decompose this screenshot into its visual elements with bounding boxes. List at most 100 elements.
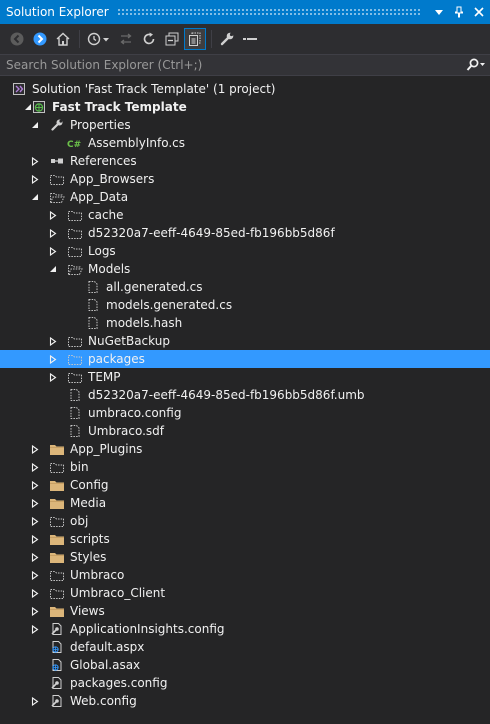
pin-icon[interactable] [450,3,468,21]
expand-arrow-icon[interactable] [30,458,40,476]
tree-item[interactable]: Umbraco.sdf [0,422,490,440]
expand-arrow-icon[interactable] [48,242,58,260]
tree-item-label: ApplicationInsights.config [70,622,225,636]
tree-item[interactable]: default.aspx [0,638,490,656]
tree-item[interactable]: Web.config [0,692,490,710]
tree-item[interactable]: models.hash [0,314,490,332]
tree-item[interactable]: cache [0,206,490,224]
expand-arrow-icon[interactable] [30,692,40,710]
tree-item[interactable]: Solution 'Fast Track Template' (1 projec… [0,80,490,98]
expand-arrow-icon[interactable] [30,440,40,458]
expand-arrow-icon[interactable] [48,332,58,350]
tree-item-label: App_Plugins [70,442,143,456]
tree-item-label: default.aspx [70,640,145,654]
tree-item-label: Views [70,604,105,618]
tree-item-label: Styles [70,550,107,564]
search-icon[interactable] [462,58,490,72]
expand-arrow-icon[interactable] [30,602,40,620]
tree-item[interactable]: NuGetBackup [0,332,490,350]
folder-dotted-open-icon [67,261,83,277]
expand-arrow-icon[interactable] [48,206,58,224]
tree-item[interactable]: Umbraco [0,566,490,584]
tree-item[interactable]: umbraco.config [0,404,490,422]
tree-item[interactable]: Models [0,260,490,278]
tree-item[interactable]: App_Data [0,188,490,206]
expand-arrow-icon[interactable] [30,548,40,566]
tree-item[interactable]: ApplicationInsights.config [0,620,490,638]
file-dotted-icon [85,297,101,313]
tree-item[interactable]: bin [0,458,490,476]
expand-arrow-icon[interactable] [48,368,58,386]
expand-arrow-icon[interactable] [30,494,40,512]
expand-arrow-icon[interactable] [30,620,40,638]
tree-item[interactable]: C# AssemblyInfo.cs [0,134,490,152]
tree-item-label: models.hash [106,316,183,330]
tree-item[interactable]: scripts [0,530,490,548]
back-icon[interactable] [6,28,28,50]
tree-item-label: Umbraco_Client [70,586,166,600]
expand-arrow-icon[interactable] [30,512,40,530]
tree-item[interactable]: obj [0,512,490,530]
folder-icon [49,603,65,619]
dropdown-arrow-icon[interactable] [430,3,448,21]
expand-arrow-icon[interactable] [30,566,40,584]
tree-item-label: packages.config [70,676,168,690]
refresh-icon[interactable] [138,28,160,50]
tree-item[interactable]: Logs [0,242,490,260]
file-dotted-icon [85,315,101,331]
tree-item[interactable]: TEMP [0,368,490,386]
folder-dotted-icon [67,207,83,223]
tree-item-label: Umbraco.sdf [88,424,165,438]
expand-arrow-icon[interactable] [48,224,58,242]
tree-item-label: cache [88,208,124,222]
tree-item-label: Media [70,496,107,510]
expand-arrow-icon[interactable] [48,350,58,368]
config-icon [49,693,65,709]
forward-icon[interactable] [29,28,51,50]
tree-item[interactable]: d52320a7-eeff-4649-85ed-fb196bb5d86f [0,224,490,242]
tree-item[interactable]: App_Plugins [0,440,490,458]
search-input[interactable] [0,57,462,73]
tree-item[interactable]: all.generated.cs [0,278,490,296]
tree-item-label: bin [70,460,89,474]
tree-item[interactable]: References [0,152,490,170]
file-dotted-icon [67,423,83,439]
tree-item[interactable]: packages.config [0,674,490,692]
close-icon[interactable] [470,3,488,21]
tree-item[interactable]: models.generated.cs [0,296,490,314]
tree-item[interactable]: Umbraco_Client [0,584,490,602]
tree-item[interactable]: Styles [0,548,490,566]
expand-arrow-icon[interactable] [30,584,40,602]
title-grip[interactable] [116,8,422,16]
home-icon[interactable] [52,28,74,50]
csharp-icon: C# [67,135,83,151]
collapse-arrow-icon[interactable] [30,188,40,206]
expand-arrow-icon[interactable] [30,170,40,188]
collapse-arrow-icon[interactable] [30,116,40,134]
expand-arrow-icon[interactable] [30,476,40,494]
tree-item-label: Global.asax [70,658,141,672]
properties-wrench-icon[interactable] [216,28,238,50]
tree-item-label: d52320a7-eeff-4649-85ed-fb196bb5d86f.umb [88,388,365,402]
collapse-all-icon[interactable] [161,28,183,50]
folder-icon [49,531,65,547]
collapse-arrow-icon[interactable] [48,260,58,278]
tree-item[interactable]: Fast Track Template [0,98,490,116]
history-icon[interactable] [84,28,114,50]
expand-arrow-icon[interactable] [30,530,40,548]
toolbar [0,24,490,54]
sync-icon[interactable] [115,28,137,50]
tree-item[interactable]: Media [0,494,490,512]
tree-item[interactable]: App_Browsers [0,170,490,188]
show-all-files-icon[interactable] [184,28,206,50]
expand-arrow-icon[interactable] [30,152,40,170]
tree-item-label: App_Data [70,190,129,204]
tree-item[interactable]: packages [0,350,490,368]
preview-icon[interactable] [239,28,261,50]
tree-item[interactable]: Config [0,476,490,494]
tree-item[interactable]: Global.asax [0,656,490,674]
folder-dotted-icon [67,351,83,367]
tree-item[interactable]: d52320a7-eeff-4649-85ed-fb196bb5d86f.umb [0,386,490,404]
tree-item[interactable]: Views [0,602,490,620]
tree-item[interactable]: Properties [0,116,490,134]
